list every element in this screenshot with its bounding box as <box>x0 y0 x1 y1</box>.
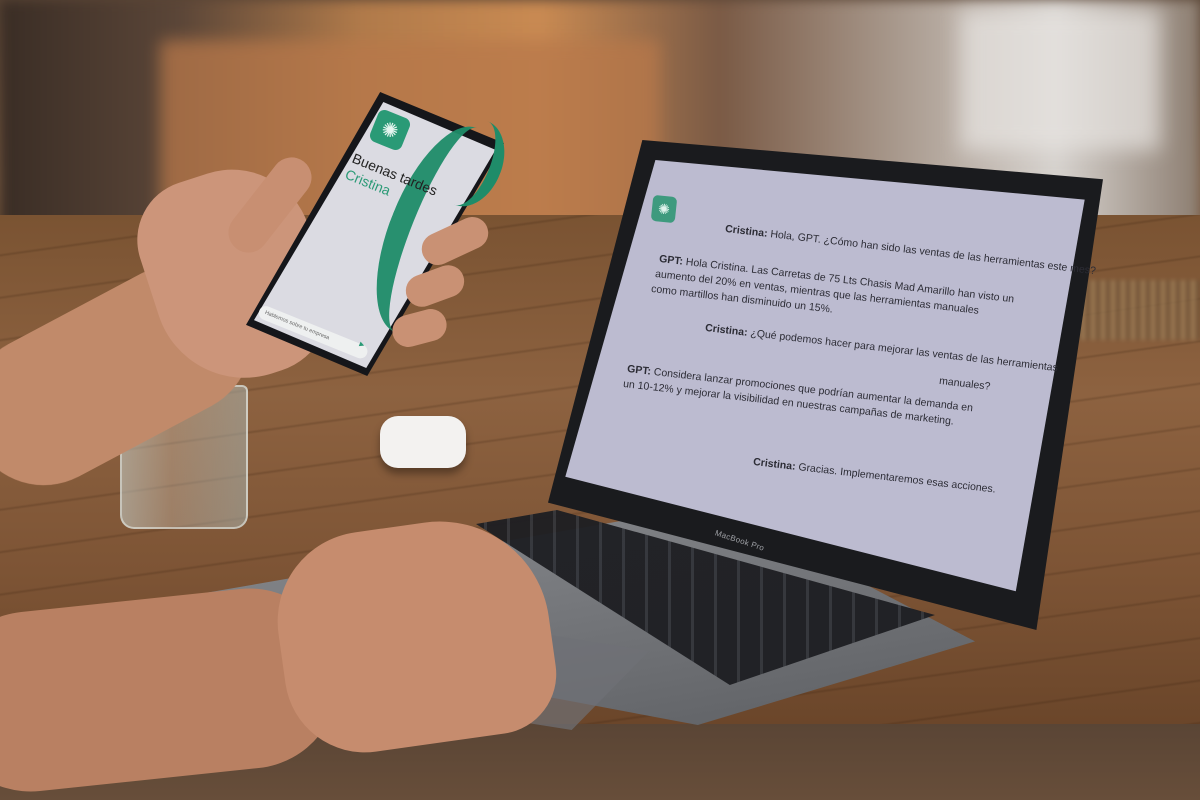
chat-message: manuales? <box>938 374 991 394</box>
chat-text: ¿Qué podemos hacer para mejorar las vent… <box>746 326 1059 375</box>
chat-speaker: Cristina: <box>704 321 749 339</box>
chat-message: Cristina: Gracias. Implementaremos esas … <box>752 455 997 497</box>
chat-text: manuales? <box>938 374 991 393</box>
openai-logo-icon: ✺ <box>650 194 678 224</box>
chat-message: Cristina: ¿Qué podemos hacer para mejora… <box>704 321 1059 375</box>
chat-speaker: GPT: <box>658 252 684 268</box>
chat-speaker: GPT: <box>626 362 652 378</box>
chat-speaker: Cristina: <box>752 455 797 473</box>
chat-text: Gracias. Implementaremos esas acciones. <box>794 460 997 496</box>
chat-speaker: Cristina: <box>724 222 769 240</box>
